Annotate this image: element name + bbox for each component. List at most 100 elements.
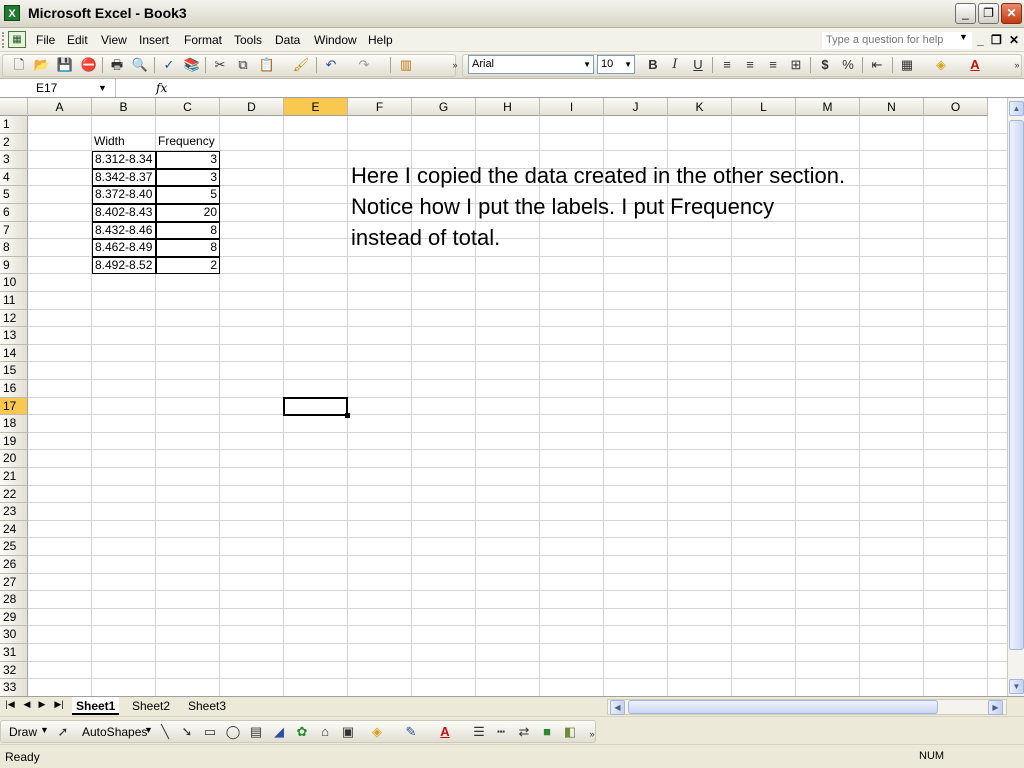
row-header[interactable]: 8 xyxy=(0,239,28,257)
merge-center-icon[interactable]: ⊞ xyxy=(787,56,805,74)
align-left-icon[interactable]: ≡ xyxy=(718,56,736,74)
workbook-restore-button[interactable]: ❐ xyxy=(991,33,1002,47)
cell-frequency[interactable]: 2 xyxy=(156,256,220,275)
first-sheet-icon[interactable]: |◀ xyxy=(3,699,17,710)
menu-file[interactable]: File xyxy=(36,33,55,47)
sheet-tab-1[interactable]: Sheet1 xyxy=(72,697,120,715)
row-header[interactable]: 3 xyxy=(0,151,28,169)
column-header-a[interactable]: A xyxy=(28,98,92,116)
arrow-style-icon[interactable]: ⇄ xyxy=(515,723,533,741)
worksheet-grid[interactable]: ABCDEFGHIJKLMNO 1 2 3 4 5 6 7 8 9 10 11 12 13 14 15 16 1… xyxy=(0,98,1007,696)
vertical-scroll-thumb[interactable] xyxy=(1009,120,1024,650)
horizontal-scrollbar[interactable]: ◀ ▶ xyxy=(607,699,1007,715)
cut-icon[interactable]: ✂ xyxy=(211,56,229,74)
formula-input[interactable] xyxy=(176,79,1016,97)
picture-icon[interactable]: ▣ xyxy=(339,723,357,741)
draw-menu-button[interactable]: Draw xyxy=(9,725,37,739)
diagram-icon[interactable]: ✿ xyxy=(293,723,311,741)
insert-function-icon[interactable]: fx xyxy=(156,79,167,97)
dash-style-icon[interactable]: ┅ xyxy=(492,723,510,741)
menu-help[interactable]: Help xyxy=(368,33,393,47)
print-icon[interactable]: 🖶 xyxy=(108,56,126,74)
column-header-n[interactable]: N xyxy=(860,98,924,116)
row-header[interactable]: 24 xyxy=(0,520,28,539)
cell-width-header[interactable]: Width xyxy=(92,134,156,152)
cell-width[interactable]: 8.342-8.37 xyxy=(92,168,156,187)
name-box-dropdown-icon[interactable]: ▼ xyxy=(98,79,107,97)
3d-style-icon[interactable]: ◧ xyxy=(561,723,579,741)
text-box-icon[interactable]: ▤ xyxy=(247,723,265,741)
row-header[interactable]: 28 xyxy=(0,591,28,609)
row-header[interactable]: 11 xyxy=(0,292,28,310)
row-header[interactable]: 14 xyxy=(0,344,28,363)
row-header[interactable]: 5 xyxy=(0,186,28,204)
cell-width[interactable]: 8.312-8.34 xyxy=(92,151,156,169)
menu-tools[interactable]: Tools xyxy=(234,33,262,47)
vertical-scrollbar[interactable]: ▲ ▼ xyxy=(1007,98,1024,696)
align-right-icon[interactable]: ≡ xyxy=(764,56,782,74)
copy-icon[interactable]: ⧉ xyxy=(234,56,252,74)
row-header[interactable]: 20 xyxy=(0,450,28,468)
row-header[interactable]: 22 xyxy=(0,485,28,504)
currency-button[interactable]: $ xyxy=(816,56,834,74)
menu-window[interactable]: Window xyxy=(314,33,357,47)
chevron-down-icon[interactable]: ▼ xyxy=(583,56,591,73)
scroll-right-icon[interactable]: ▶ xyxy=(988,700,1003,715)
menu-view[interactable]: View xyxy=(101,33,127,47)
chevron-down-icon[interactable]: ▼ xyxy=(624,56,632,73)
line-style-icon[interactable]: ☰ xyxy=(470,723,488,741)
restore-button[interactable]: ❐ xyxy=(978,3,999,24)
help-dropdown-arrow-icon[interactable]: ▼ xyxy=(959,32,968,42)
column-header-d[interactable]: D xyxy=(220,98,284,116)
cell-width[interactable]: 8.462-8.49 xyxy=(92,239,156,257)
scroll-up-icon[interactable]: ▲ xyxy=(1009,101,1024,116)
row-header[interactable]: 19 xyxy=(0,432,28,451)
column-header-e[interactable]: E xyxy=(284,98,348,116)
wordart-icon[interactable]: ◢ xyxy=(270,723,288,741)
cell-width[interactable]: 8.402-8.43 xyxy=(92,204,156,222)
column-header-h[interactable]: H xyxy=(476,98,540,116)
column-header-m[interactable]: M xyxy=(796,98,860,116)
row-header[interactable]: 17 xyxy=(0,397,28,416)
cell-width[interactable]: 8.492-8.52 xyxy=(92,256,156,275)
save-icon[interactable]: 💾 xyxy=(56,56,74,74)
row-header[interactable]: 18 xyxy=(0,415,28,433)
permission-icon[interactable]: ⛔ xyxy=(80,56,98,74)
draw-font-color-icon[interactable]: A xyxy=(436,723,454,741)
row-header[interactable]: 9 xyxy=(0,256,28,275)
line-icon[interactable]: ╲ xyxy=(156,723,174,741)
menu-grip-handle[interactable] xyxy=(2,32,5,48)
column-header-l[interactable]: L xyxy=(732,98,796,116)
italic-button[interactable]: I xyxy=(666,56,684,74)
horizontal-scroll-thumb[interactable] xyxy=(628,700,938,714)
cell-frequency-header[interactable]: Frequency xyxy=(156,134,220,152)
oval-icon[interactable]: ◯ xyxy=(224,723,242,741)
cell-frequency[interactable]: 3 xyxy=(156,168,220,187)
row-header[interactable]: 13 xyxy=(0,327,28,345)
workbook-minimize-button[interactable]: _ xyxy=(977,33,984,47)
column-header-k[interactable]: K xyxy=(668,98,732,116)
decrease-indent-icon[interactable]: ⇤ xyxy=(868,56,886,74)
cell-frequency[interactable]: 5 xyxy=(156,186,220,204)
cell-frequency[interactable]: 8 xyxy=(156,239,220,257)
open-folder-icon[interactable]: 📂 xyxy=(33,56,51,74)
formatting-options-icon[interactable]: » xyxy=(1008,56,1024,74)
font-name-select[interactable]: Arial ▼ xyxy=(468,55,594,74)
column-header-o[interactable]: O xyxy=(924,98,988,116)
align-center-icon[interactable]: ≡ xyxy=(741,56,759,74)
row-header[interactable]: 10 xyxy=(0,274,28,292)
chevron-down-icon[interactable]: ▼ xyxy=(40,725,49,735)
fill-color-icon[interactable]: ◈ xyxy=(932,56,950,74)
sheet-tab-3[interactable]: Sheet3 xyxy=(184,697,230,715)
row-header[interactable]: 2 xyxy=(0,133,28,152)
row-header[interactable]: 7 xyxy=(0,221,28,240)
rectangle-icon[interactable]: ▭ xyxy=(201,723,219,741)
workbook-close-button[interactable]: ✕ xyxy=(1009,33,1019,47)
fill-color-icon[interactable]: ◈ xyxy=(368,723,386,741)
research-icon[interactable]: 📚 xyxy=(183,56,201,74)
menu-data[interactable]: Data xyxy=(275,33,300,47)
row-header[interactable]: 4 xyxy=(0,168,28,187)
arrow-icon[interactable]: ➘ xyxy=(178,723,196,741)
row-header[interactable]: 30 xyxy=(0,626,28,644)
row-header[interactable]: 15 xyxy=(0,362,28,380)
